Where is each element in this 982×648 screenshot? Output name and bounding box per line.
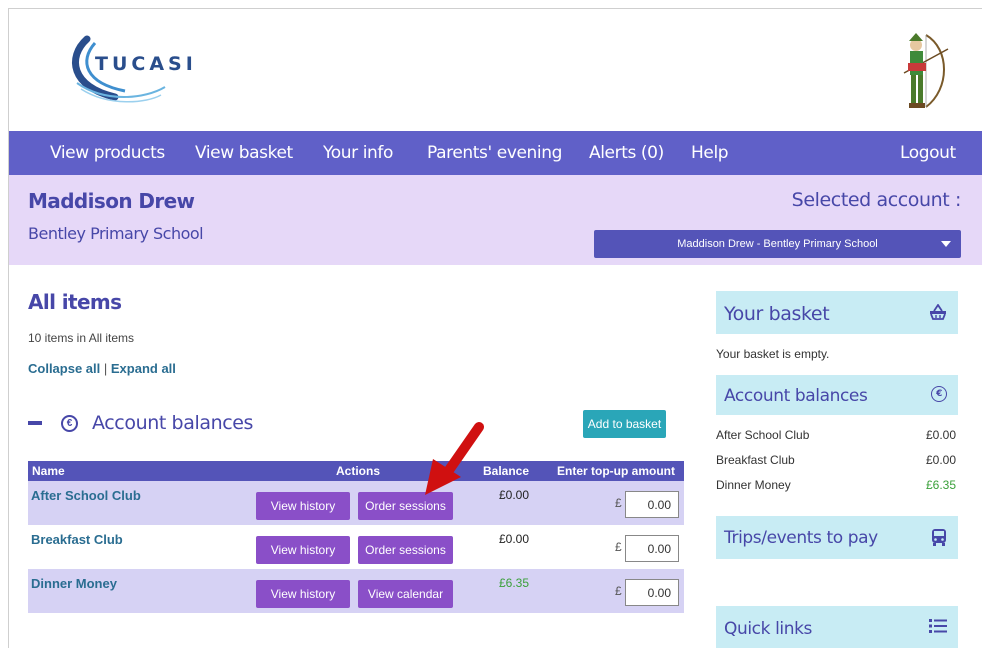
item-count: 10 items in All items [28, 331, 135, 345]
trips-panel-header[interactable]: Trips/events to pay [716, 516, 958, 559]
currency-symbol: £ [615, 584, 622, 598]
page-title: All items [28, 290, 122, 314]
col-balance: Balance [483, 464, 530, 478]
account-select[interactable]: Maddison Drew - Bentley Primary School [594, 230, 961, 258]
basket-title: Your basket [724, 303, 830, 325]
section-header: € Account balances [28, 410, 253, 436]
school-emblem-archer-icon [896, 29, 952, 119]
col-topup: Enter top-up amount [557, 464, 675, 478]
page-frame: TUCASI View products View basket Your in… [8, 8, 982, 648]
nav-view-basket[interactable]: View basket [195, 143, 293, 163]
currency-symbol: £ [615, 540, 622, 554]
nav-logout[interactable]: Logout [900, 143, 956, 163]
school-name: Bentley Primary School [28, 224, 204, 243]
order-sessions-button[interactable]: Order sessions [358, 536, 453, 564]
balance-label: Breakfast Club [716, 453, 795, 467]
link-separator: | [103, 361, 108, 376]
balance-value: £6.35 [925, 478, 956, 492]
list-icon [929, 618, 947, 638]
selected-account-label: Selected account : [791, 189, 962, 211]
nav-help[interactable]: Help [691, 143, 729, 163]
balance-label: After School Club [716, 428, 810, 442]
trips-title: Trips/events to pay [724, 528, 878, 548]
tucasi-logo[interactable]: TUCASI [65, 27, 205, 107]
euro-circle-icon: € [61, 414, 78, 432]
row-name[interactable]: After School Club [31, 488, 141, 503]
quicklinks-title: Quick links [724, 619, 812, 639]
row-balance: £0.00 [499, 532, 530, 546]
quicklinks-panel-header[interactable]: Quick links [716, 606, 958, 648]
col-name: Name [32, 464, 65, 478]
nav-parents-evening[interactable]: Parents' evening [427, 143, 562, 163]
balance-row: Breakfast Club £0.00 [716, 453, 956, 467]
section-title: Account balances [92, 412, 254, 434]
table-header: Name Actions Balance Enter top-up amount [28, 461, 684, 481]
euro-circle-icon: € [931, 386, 947, 402]
nav-alerts[interactable]: Alerts (0) [589, 143, 664, 163]
main-nav: View products View basket Your info Pare… [9, 131, 982, 175]
view-calendar-button[interactable]: View calendar [358, 580, 453, 608]
caret-down-icon [941, 241, 951, 247]
bus-icon [931, 528, 947, 550]
view-history-button[interactable]: View history [256, 536, 350, 564]
currency-symbol: £ [615, 496, 622, 510]
basket-empty-text: Your basket is empty. [716, 347, 830, 361]
balance-row: After School Club £0.00 [716, 428, 956, 442]
table-row: After School Club View history Order ses… [28, 481, 684, 525]
annotation-arrow-icon [425, 422, 484, 495]
table-row: Breakfast Club View history Order sessio… [28, 525, 684, 569]
basket-panel-header[interactable]: Your basket [716, 291, 958, 334]
topup-amount-input[interactable]: 0.00 [625, 535, 679, 562]
balances-title: Account balances [724, 386, 868, 406]
collapse-expand-links: Collapse all | Expand all [28, 361, 176, 376]
balances-panel-header[interactable]: Account balances € [716, 375, 958, 415]
nav-view-products[interactable]: View products [50, 143, 165, 163]
row-balance: £0.00 [499, 488, 530, 502]
nav-your-info[interactable]: Your info [323, 143, 393, 163]
user-bar: Maddison Drew Bentley Primary School Sel… [9, 175, 982, 265]
collapse-all-link[interactable]: Collapse all [28, 361, 100, 376]
view-history-button[interactable]: View history [256, 492, 350, 520]
balance-label: Dinner Money [716, 478, 791, 492]
table-row: Dinner Money View history View calendar … [28, 569, 684, 613]
logo-text: TUCASI [95, 53, 197, 75]
row-name[interactable]: Dinner Money [31, 576, 117, 591]
user-name: Maddison Drew [28, 189, 195, 213]
basket-icon [929, 303, 947, 324]
row-name[interactable]: Breakfast Club [31, 532, 123, 547]
topup-amount-input[interactable]: 0.00 [625, 491, 679, 518]
balance-value: £0.00 [925, 453, 956, 467]
expand-all-link[interactable]: Expand all [111, 361, 176, 376]
balance-value: £0.00 [925, 428, 956, 442]
row-balance: £6.35 [499, 576, 530, 590]
view-history-button[interactable]: View history [256, 580, 350, 608]
topup-amount-input[interactable]: 0.00 [625, 579, 679, 606]
add-to-basket-button[interactable]: Add to basket [583, 410, 666, 438]
collapse-minus-icon[interactable] [28, 421, 42, 425]
balance-row: Dinner Money £6.35 [716, 478, 956, 492]
account-select-value: Maddison Drew - Bentley Primary School [677, 238, 878, 250]
col-actions: Actions [336, 464, 381, 478]
